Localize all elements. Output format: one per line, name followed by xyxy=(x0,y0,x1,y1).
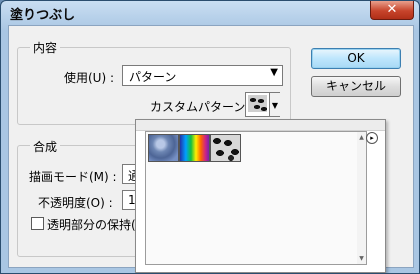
panel-header xyxy=(136,120,385,131)
fill-dialog: 塗りつぶし ✕ 内容 使用(U) : パターン ▼ カスタムパターン : ▼ 合… xyxy=(0,0,420,274)
opacity-label: 不透明度(O) : xyxy=(38,196,113,210)
pattern-grid xyxy=(145,131,359,265)
custom-pattern-label: カスタムパターン : xyxy=(150,100,254,114)
custom-pattern-picker[interactable]: ▼ xyxy=(245,92,280,117)
preserve-transparency-label: 透明部分の保持( xyxy=(47,218,136,232)
scroll-up-icon[interactable]: ▲ xyxy=(357,134,366,141)
spots-pattern-icon xyxy=(248,95,267,112)
spots-pattern-icon[interactable] xyxy=(210,134,241,162)
chevron-down-icon[interactable]: ▼ xyxy=(269,93,280,116)
preserve-transparency-checkbox[interactable] xyxy=(31,217,44,230)
bubbles-pattern-icon[interactable] xyxy=(148,134,179,162)
chevron-down-icon: ▼ xyxy=(270,67,278,78)
scroll-down-icon[interactable]: ▼ xyxy=(357,255,366,262)
tie-dye-pattern-icon[interactable] xyxy=(179,134,210,162)
ok-button[interactable]: OK xyxy=(311,48,401,69)
window-title: 塗りつぶし xyxy=(10,8,76,23)
use-select[interactable]: パターン ▼ xyxy=(122,65,283,86)
contents-legend: 内容 xyxy=(30,39,61,56)
panel-menu-icon[interactable]: ▸ xyxy=(366,132,378,144)
pattern-picker-panel: ▲ ▼ ▸ xyxy=(135,119,386,273)
cancel-button[interactable]: キャンセル xyxy=(311,76,401,97)
blend-mode-label: 描画モード(M) : xyxy=(29,170,117,184)
title-bar[interactable]: 塗りつぶし ✕ xyxy=(1,1,419,23)
blending-legend: 合成 xyxy=(30,138,61,155)
close-button[interactable]: ✕ xyxy=(370,1,414,20)
use-label: 使用(U) : xyxy=(64,71,115,85)
use-select-value: パターン xyxy=(129,70,177,84)
pattern-scrollbar[interactable]: ▲ ▼ xyxy=(357,131,367,265)
